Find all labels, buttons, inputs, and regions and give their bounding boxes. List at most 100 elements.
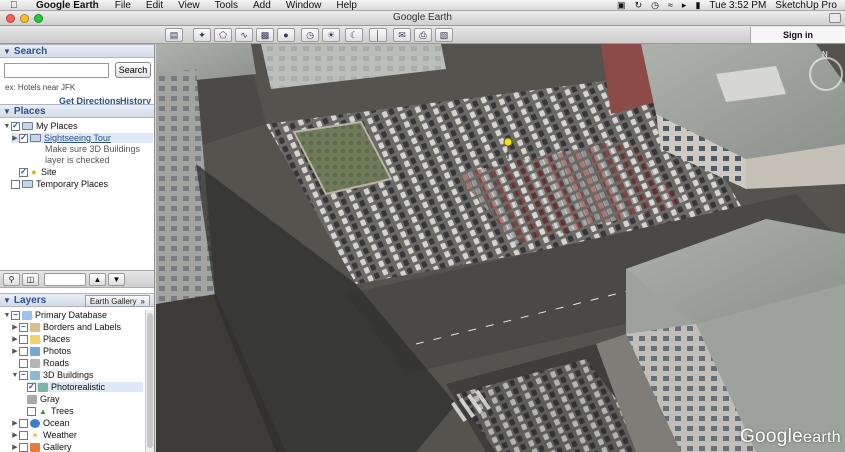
screen-icon[interactable]: ▣ (617, 0, 626, 11)
menubar-clock[interactable]: Tue 3:52 PM (709, 0, 766, 11)
expand-triangle-icon[interactable]: ▶ (11, 323, 19, 331)
checkbox-icon[interactable] (19, 418, 28, 428)
expand-triangle-icon[interactable]: ▶ (11, 443, 19, 451)
menu-edit[interactable]: Edit (146, 0, 163, 11)
places-header[interactable]: ▼ Places (0, 104, 154, 118)
checkbox-checked-icon[interactable]: ✓ (19, 133, 28, 143)
battery-icon[interactable]: ▮ (695, 0, 700, 11)
fullscreen-button[interactable] (829, 13, 841, 23)
panel-toggle-icon[interactable]: ◫ (22, 273, 39, 286)
tree-item-sightseeing-tour[interactable]: ▶ ✓ Sightseeing Tour (11, 133, 153, 143)
layer-places[interactable]: ▶ Places (11, 334, 70, 344)
checkbox-icon[interactable] (11, 179, 20, 189)
menu-file[interactable]: File (115, 0, 131, 11)
layer-trees[interactable]: ▲ Trees (27, 406, 74, 416)
layer-ocean[interactable]: ▶ Ocean (11, 418, 69, 428)
checkbox-icon[interactable] (19, 346, 28, 356)
planets-icon[interactable]: ☾ (345, 28, 363, 42)
menu-add[interactable]: Add (253, 0, 271, 11)
sync-icon[interactable]: ↻ (635, 0, 643, 11)
menubar-extra-app[interactable]: SketchUp Pro (775, 0, 837, 11)
menu-help[interactable]: Help (336, 0, 357, 11)
tree-item-my-places[interactable]: ▼ ✓ My Places (3, 121, 78, 131)
layer-3d-buildings[interactable]: ▼ – 3D Buildings (11, 370, 94, 380)
earth-gallery-button[interactable]: Earth Gallery » (84, 295, 150, 307)
path-icon[interactable]: ∿ (235, 28, 253, 42)
checkbox-icon[interactable] (19, 430, 28, 440)
layer-label: Trees (51, 406, 74, 416)
ocean-icon (30, 418, 40, 428)
search-button[interactable]: Search (115, 62, 151, 78)
expand-triangle-icon[interactable]: ▶ (11, 134, 19, 142)
photorealistic-icon (38, 382, 48, 392)
layers-scrollbar[interactable] (145, 310, 154, 452)
places-filter-input[interactable] (44, 273, 86, 286)
move-up-icon[interactable]: ▲ (89, 273, 106, 286)
map-view[interactable]: N Googleearth (156, 44, 845, 452)
layer-gray[interactable]: Gray (27, 394, 60, 404)
image-overlay-icon[interactable]: ▩ (256, 28, 274, 42)
layer-label: Places (43, 334, 71, 344)
places-panel: ▼ Places ▼ ✓ My Places ▶ ✓ Sightseeing T… (0, 104, 154, 269)
checkbox-icon[interactable] (19, 334, 28, 344)
tree-item-temporary-places[interactable]: Temporary Places (3, 179, 108, 189)
collapse-triangle-icon[interactable]: ▼ (3, 107, 11, 116)
record-tour-icon[interactable]: ● (277, 28, 295, 42)
menu-view[interactable]: View (178, 0, 200, 11)
tree-icon: ▲ (39, 406, 47, 416)
layer-weather[interactable]: ▶ ☀ Weather (11, 430, 77, 440)
clock-icon[interactable]: ◷ (651, 0, 659, 11)
expand-triangle-icon[interactable]: ▼ (3, 123, 11, 130)
checkbox-partial-icon[interactable]: – (11, 310, 20, 320)
checkbox-partial-icon[interactable]: – (19, 322, 28, 332)
expand-triangle-icon[interactable]: ▶ (11, 431, 19, 439)
checkbox-partial-icon[interactable]: – (19, 370, 28, 380)
checkbox-icon[interactable] (19, 358, 28, 368)
volume-icon[interactable]: ▸ (682, 0, 687, 11)
expand-triangle-icon[interactable]: ▶ (11, 347, 19, 355)
google-maps-icon[interactable]: ▧ (435, 28, 453, 42)
menu-tools[interactable]: Tools (215, 0, 238, 11)
expand-triangle-icon[interactable]: ▼ (11, 372, 19, 379)
apple-icon[interactable]:  (10, 0, 22, 11)
search-header[interactable]: ▼ Search (0, 44, 154, 58)
checkbox-checked-icon[interactable]: ✓ (11, 121, 20, 131)
email-icon[interactable]: ✉ (393, 28, 411, 42)
historical-imagery-icon[interactable]: ◷ (301, 28, 319, 42)
sunlight-icon[interactable]: ☀ (322, 28, 340, 42)
placemark-icon[interactable]: ✦ (193, 28, 211, 42)
expand-triangle-icon[interactable]: ▶ (11, 419, 19, 427)
layer-primary-database[interactable]: ▼ – Primary Database (3, 310, 108, 320)
radio-checked-icon[interactable]: ✓ (27, 382, 36, 392)
checkbox-icon[interactable] (19, 442, 28, 452)
expand-triangle-icon[interactable]: ▼ (3, 312, 11, 319)
layer-roads[interactable]: Roads (11, 358, 69, 368)
menu-window[interactable]: Window (286, 0, 322, 11)
sidebar-toggle-icon[interactable]: ▤ (165, 28, 183, 42)
menu-app-name[interactable]: Google Earth (36, 0, 99, 11)
sightseeing-tour-link[interactable]: Sightseeing Tour (44, 133, 111, 143)
ruler-icon[interactable]: │ (369, 28, 387, 42)
layer-borders-and-labels[interactable]: ▶ – Borders and Labels (11, 322, 121, 332)
polygon-icon[interactable]: ⬠ (214, 28, 232, 42)
layer-photos[interactable]: ▶ Photos (11, 346, 71, 356)
layer-photorealistic[interactable]: ✓ Photorealistic (27, 382, 143, 392)
folder-icon (30, 134, 41, 142)
checkbox-checked-icon[interactable]: ✓ (19, 167, 28, 177)
search-input[interactable] (4, 63, 109, 78)
expand-triangle-icon[interactable]: ▶ (11, 335, 19, 343)
places-title: Places (13, 105, 46, 117)
search-places-icon[interactable]: ⚲ (3, 273, 20, 286)
collapse-triangle-icon[interactable]: ▼ (3, 47, 11, 56)
layer-label: 3D Buildings (43, 370, 94, 380)
move-down-icon[interactable]: ▼ (108, 273, 125, 286)
wifi-icon[interactable]: ≈ (668, 0, 673, 11)
checkbox-icon[interactable] (27, 406, 36, 416)
print-icon[interactable]: ⎙ (414, 28, 432, 42)
collapse-triangle-icon[interactable]: ▼ (3, 296, 11, 305)
sign-in-button[interactable]: Sign in (750, 27, 845, 43)
tree-item-site[interactable]: ✓ ● Site (11, 167, 57, 177)
layers-header[interactable]: ▼ Layers Earth Gallery » (0, 293, 154, 307)
scrollbar-thumb[interactable] (147, 313, 153, 448)
layer-gallery[interactable]: ▶ Gallery (11, 442, 71, 452)
